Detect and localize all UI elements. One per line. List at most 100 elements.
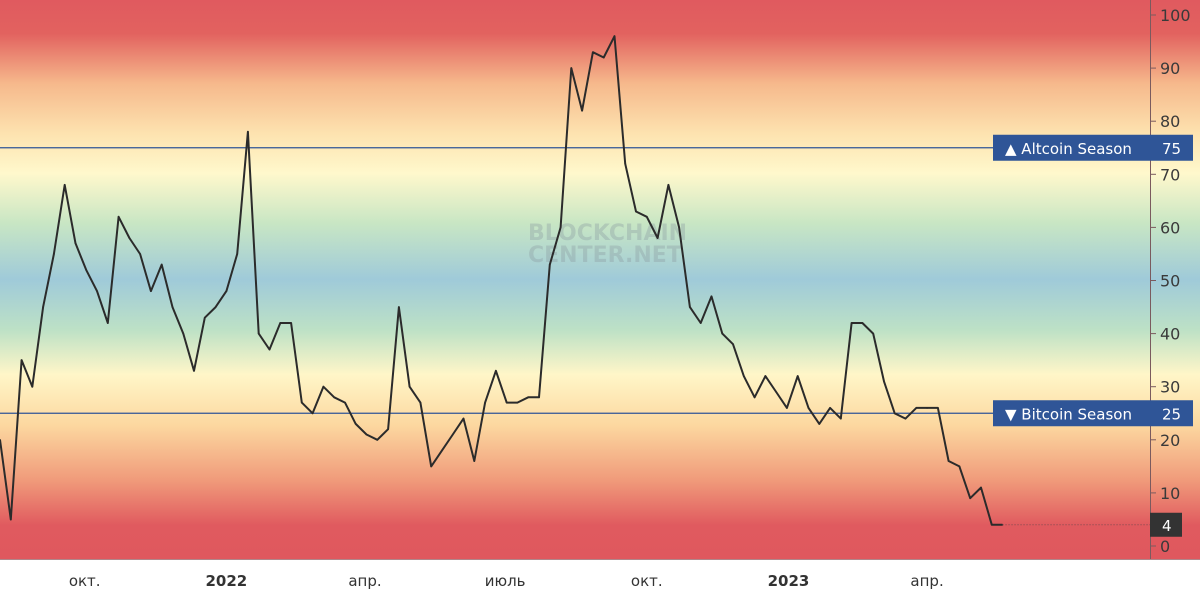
data-point [861,322,864,324]
data-point [904,417,907,420]
data-point [829,407,831,409]
data-point [268,348,271,351]
plot-background [0,0,1200,559]
data-point [646,215,648,218]
data-point [872,332,874,335]
data-point [150,290,152,292]
data-point [775,391,777,393]
data-point [602,56,605,59]
data-point [699,322,702,324]
data-point [743,375,745,377]
y-tick-label: 20 [1160,431,1180,450]
x-tick-label: апр. [910,572,943,590]
y-tick-label: 50 [1160,272,1180,291]
x-tick-label: 2023 [768,572,810,590]
data-point [656,237,659,239]
reference-value: 25 [1162,405,1181,423]
data-point [398,306,400,308]
data-point [505,401,508,404]
data-point [290,322,292,324]
data-point [484,401,486,404]
data-point [883,380,885,383]
data-point [171,306,174,308]
data-point [322,385,325,388]
data-point [311,412,314,415]
reference-label: ▲ Altcoin Season [1005,140,1132,158]
data-point [473,460,476,462]
data-point [408,385,411,388]
data-point [516,401,519,404]
data-point [20,359,23,361]
data-point [527,396,530,399]
y-tick-label: 10 [1160,484,1180,503]
y-tick-label: 0 [1160,537,1170,556]
data-point [85,269,88,271]
data-point [990,523,993,526]
data-point [635,210,637,213]
data-point [451,433,454,436]
data-point [850,322,853,324]
data-point [937,407,939,409]
altcoin-season-chart: BLOCKCHAINCENTER.NET 0102030405060708090… [0,0,1200,590]
y-tick-label: 70 [1160,165,1180,184]
data-point [441,449,443,452]
data-point [279,322,282,324]
data-point [53,253,55,255]
data-point [592,51,594,53]
data-point [753,396,756,399]
data-point [915,407,918,409]
data-point [74,242,77,245]
data-point [667,184,670,186]
watermark-text: CENTER.NET [528,243,682,268]
data-point [947,460,950,462]
y-tick-label: 90 [1160,59,1180,78]
y-tick-label: 100 [1160,6,1191,25]
data-point [678,226,680,229]
x-tick-label: апр. [348,572,381,590]
x-tick-label: окт. [631,572,663,590]
data-point [926,407,928,409]
data-point [559,226,562,229]
y-tick-label: 40 [1160,325,1180,344]
data-point [247,131,249,133]
data-point [721,332,724,335]
x-tick-label: окт. [69,572,101,590]
data-point [182,332,185,335]
data-point [980,486,982,489]
data-point [893,412,896,415]
data-point [31,385,34,388]
data-point [786,407,788,409]
data-point [958,465,961,468]
y-tick-label: 80 [1160,112,1180,131]
y-tick-label: 30 [1160,378,1180,397]
data-point [624,162,627,165]
x-tick-label: июль [485,572,526,590]
data-point [538,396,540,399]
data-point [236,253,238,255]
data-point [570,67,573,69]
data-point [710,295,713,298]
data-point [818,423,821,425]
data-point [344,401,346,404]
data-point [63,184,66,186]
data-point [969,497,971,500]
data-point [840,417,842,420]
data-point [548,263,551,266]
data-point [96,290,98,292]
data-point [387,428,389,430]
data-point [107,322,109,324]
data-point [689,306,691,308]
data-point [139,253,141,255]
reference-value: 75 [1162,140,1181,158]
data-point [365,433,368,436]
data-point [376,439,379,441]
last-value-label: 4 [1162,517,1172,535]
y-tick-label: 60 [1160,218,1180,237]
reference-label: ▼ Bitcoin Season [1005,405,1132,423]
data-point [419,401,422,404]
data-point [42,306,44,308]
data-point [214,306,217,308]
data-point [581,109,583,112]
data-point [807,407,810,409]
data-point [495,369,497,372]
